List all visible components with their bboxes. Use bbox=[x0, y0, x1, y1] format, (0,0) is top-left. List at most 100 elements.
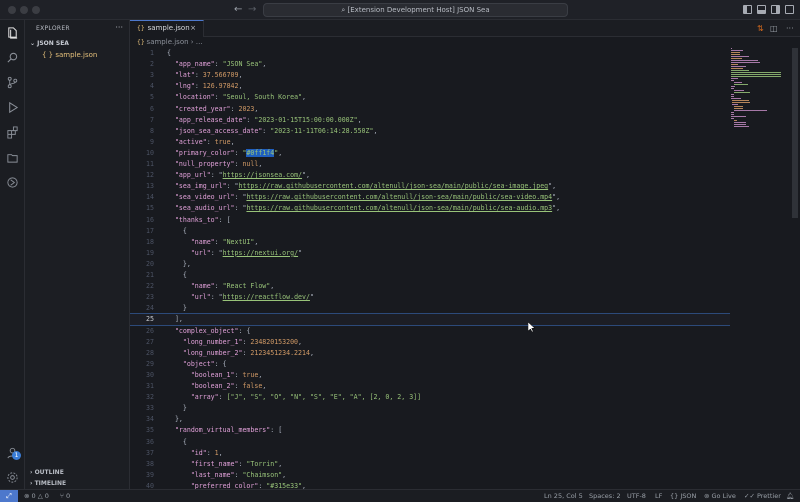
code-line[interactable]: 12 "app_url": "https://jsonsea.com/", bbox=[130, 170, 730, 181]
breadcrumb-more[interactable]: … bbox=[196, 38, 203, 46]
code-line[interactable]: 28 "long_number_2": 2123451234.2214, bbox=[130, 348, 730, 359]
end-of-line[interactable]: LF bbox=[655, 492, 662, 500]
indentation[interactable]: Spaces: 2 bbox=[589, 492, 621, 500]
go-live-label: Go Live bbox=[711, 492, 736, 500]
toggle-secondary-sidebar-icon[interactable] bbox=[771, 5, 780, 14]
code-line[interactable]: 27 "long_number_1": 234820153200, bbox=[130, 337, 730, 348]
code-line[interactable]: 24 } bbox=[130, 303, 730, 314]
outline-section[interactable]: › OUTLINE bbox=[30, 469, 64, 476]
language-mode[interactable]: {} JSON bbox=[670, 492, 696, 500]
code-content: "long_number_2": 2123451234.2214, bbox=[167, 348, 314, 359]
code-line[interactable]: 26 "complex_object": { bbox=[130, 326, 730, 337]
code-line[interactable]: 17 { bbox=[130, 226, 730, 237]
code-line[interactable]: 6 "created_year": 2023, bbox=[130, 104, 730, 115]
close-icon[interactable]: × bbox=[190, 21, 196, 36]
tab-sample-json[interactable]: {} sample.json × bbox=[130, 20, 204, 37]
problems-indicator[interactable]: ⊗ 0 △ 0 bbox=[24, 492, 49, 500]
code-line[interactable]: 13 "sea_img_url": "https://raw.githubuse… bbox=[130, 181, 730, 192]
code-line[interactable]: 19 "url": "https://nextui.org/" bbox=[130, 248, 730, 259]
line-number: 39 bbox=[146, 470, 154, 479]
code-line[interactable]: 3 "lat": 37.566709, bbox=[130, 70, 730, 81]
code-line[interactable]: 33 } bbox=[130, 403, 730, 414]
code-line[interactable]: 15 "sea_audio_url": "https://raw.githubu… bbox=[130, 203, 730, 214]
minimap[interactable] bbox=[730, 48, 786, 138]
settings-gear-icon[interactable] bbox=[6, 471, 19, 484]
code-editor[interactable]: 1{2 "app_name": "JSON Sea", 3 "lat": 37.5… bbox=[130, 48, 730, 489]
code-line[interactable]: 1{ bbox=[130, 48, 730, 59]
code-line[interactable]: 10 "primary_color": "#0ff1f4", bbox=[130, 148, 730, 159]
colon: : bbox=[210, 293, 219, 302]
files-icon[interactable] bbox=[6, 26, 19, 39]
close-window-button[interactable] bbox=[8, 6, 16, 14]
source-control-icon[interactable] bbox=[6, 76, 19, 89]
line-number: 36 bbox=[146, 437, 154, 446]
code-line[interactable]: 20 }, bbox=[130, 259, 730, 270]
toggle-panel-icon[interactable] bbox=[757, 5, 766, 14]
code-line[interactable]: 9 "active": true, bbox=[130, 137, 730, 148]
code-line[interactable]: 29 "object": { bbox=[130, 359, 730, 370]
more-actions-icon[interactable]: ··· bbox=[786, 24, 794, 33]
cursor-position[interactable]: Ln 25, Col 5 bbox=[544, 492, 583, 500]
code-line[interactable]: 23 "url": "https://reactflow.dev/" bbox=[130, 292, 730, 303]
json-value: 2023 bbox=[238, 104, 255, 113]
json-value: "JSON Sea" bbox=[222, 60, 263, 69]
folder-json-sea[interactable]: ⌄ JSON SEA bbox=[30, 40, 69, 47]
more-actions-icon[interactable]: ··· bbox=[115, 23, 123, 32]
encoding[interactable]: UTF-8 bbox=[627, 492, 646, 500]
code-line[interactable]: 34 }, bbox=[130, 414, 730, 425]
code-line[interactable]: 7 "app_release_date": "2023-01-15T15:00:… bbox=[130, 115, 730, 126]
code-line[interactable]: 21 { bbox=[130, 270, 730, 281]
code-line[interactable]: 31 "boolean_2": false, bbox=[130, 381, 730, 392]
run-debug-icon[interactable] bbox=[6, 101, 19, 114]
json-sea-preview-icon[interactable]: ⇅ bbox=[757, 24, 764, 33]
code-line[interactable]: 22 "name": "React Flow", bbox=[130, 281, 730, 292]
code-line[interactable]: 14 "sea_video_url": "https://raw.githubu… bbox=[130, 192, 730, 203]
punctuation: , bbox=[218, 448, 223, 457]
file-sample-json[interactable]: { } sample.json bbox=[42, 51, 97, 59]
line-number: 27 bbox=[146, 337, 154, 346]
code-line[interactable]: 18 "name": "NextUI", bbox=[130, 237, 730, 248]
code-line[interactable]: 30 "boolean_1": true, bbox=[130, 370, 730, 381]
code-line[interactable]: 25 ], bbox=[130, 313, 730, 327]
maximize-window-button[interactable] bbox=[32, 6, 40, 14]
code-line[interactable]: 4 "lng": 126.97842, bbox=[130, 81, 730, 92]
code-line[interactable]: 32 "array": ["J", "S", "O", "N", "S", "E… bbox=[130, 392, 730, 403]
code-line[interactable]: 11 "null_property": null, bbox=[130, 159, 730, 170]
code-line[interactable]: 37 "id": 1, bbox=[130, 448, 730, 459]
code-content: "name": "NextUI", bbox=[167, 237, 259, 248]
code-line[interactable]: 39 "last_name": "Chaimson", bbox=[130, 470, 730, 481]
code-line[interactable]: 5 "location": "Seoul, South Korea", bbox=[130, 92, 730, 103]
customize-layout-icon[interactable] bbox=[785, 5, 794, 14]
back-arrow-icon[interactable]: ← bbox=[234, 4, 242, 15]
breadcrumb-file[interactable]: sample.json bbox=[147, 38, 189, 46]
code-line[interactable]: 40 "preferred_color": "#315e33", bbox=[130, 481, 730, 489]
extensions-icon[interactable] bbox=[6, 126, 19, 139]
command-center[interactable]: ⌕ [Extension Development Host] JSON Sea bbox=[263, 3, 568, 17]
punctuation: , bbox=[298, 337, 303, 346]
split-editor-icon[interactable]: ◫ bbox=[770, 24, 778, 33]
code-line[interactable]: 16 "thanks_to": [ bbox=[130, 215, 730, 226]
toggle-sidebar-icon[interactable] bbox=[743, 5, 752, 14]
code-line[interactable]: 36 { bbox=[130, 437, 730, 448]
folder-icon[interactable] bbox=[6, 151, 19, 164]
prettier-status[interactable]: ✓✓ Prettier bbox=[744, 492, 781, 500]
minimize-window-button[interactable] bbox=[20, 6, 28, 14]
code-line[interactable]: 38 "first_name": "Torrin", bbox=[130, 459, 730, 470]
minimap-line bbox=[731, 88, 735, 89]
vertical-scrollbar[interactable] bbox=[792, 48, 798, 218]
timeline-section[interactable]: › TIMELINE bbox=[30, 480, 66, 487]
remote-explorer-icon[interactable] bbox=[6, 176, 19, 189]
ports-indicator[interactable]: ⑂ 0 bbox=[60, 492, 70, 500]
remote-indicator-icon[interactable]: ⤢ bbox=[0, 490, 18, 502]
notifications-bell-icon[interactable]: 🔔︎ bbox=[786, 492, 794, 500]
code-line[interactable]: 2 "app_name": "JSON Sea", bbox=[130, 59, 730, 70]
go-live-button[interactable]: ⊚ Go Live bbox=[704, 492, 736, 500]
code-line[interactable]: 8 "json_sea_access_date": "2023-11-11T06… bbox=[130, 126, 730, 137]
forward-arrow-icon[interactable]: → bbox=[248, 4, 256, 15]
code-line[interactable]: 35 "random_virtual_members": [ bbox=[130, 425, 730, 436]
search-icon[interactable] bbox=[6, 51, 19, 64]
line-number: 21 bbox=[146, 271, 154, 279]
